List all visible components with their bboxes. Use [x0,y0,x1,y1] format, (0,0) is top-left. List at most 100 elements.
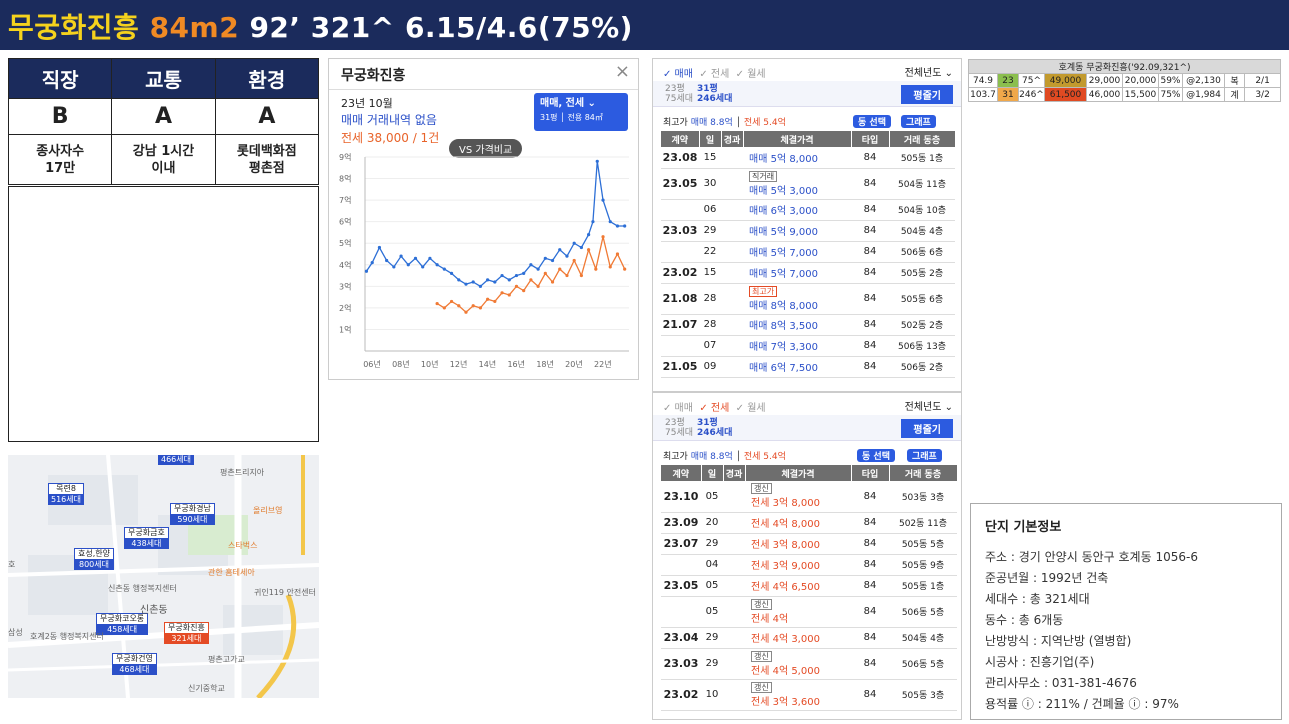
summary-cell: 2/1 [1243,73,1282,88]
year-select[interactable]: 전체년도 ⌄ [905,64,953,79]
cell-month: 21.08 [661,283,699,315]
price-value: 전세 4억 [751,613,789,625]
data-point [579,245,583,250]
price-value: 매매 5억 3,000 [749,185,818,197]
map-pin-selected[interactable]: 무궁화진흥 321세대 [164,622,209,644]
cell-day: 15 [699,262,721,284]
summary-cell: 49,000 [1044,73,1087,88]
tab-jeonse[interactable]: ✓ 전세 [699,403,729,414]
table-row[interactable]: 07 매매 7억 3,300 84 506동 13층 [661,335,955,357]
cell-type: 84 [851,627,889,649]
pyeong-option[interactable]: 23평 75세대 [665,418,693,438]
table-row[interactable]: 22 매매 5억 7,000 84 506동 6층 [661,241,955,263]
summary-cell: 23 [997,73,1019,88]
cell-elapsed [723,554,745,576]
map[interactable]: 466세대 목련8 516세대 무궁화경남 590세대 무궁화금호 438세대 효성,… [8,455,319,698]
map-label: 평촌트리지아 [220,468,265,477]
table-row[interactable]: 05 갱신 전세 4억 84 506동 5층 [661,596,957,628]
cell-price: 매매 5억 7,000 [743,241,851,263]
map-pin[interactable]: 무궁화건영 468세대 [112,653,157,675]
pyeong-size: 23평 [665,418,685,428]
map-pin[interactable]: 무궁화금호 438세대 [124,527,169,549]
pin-name: 무궁화금호 [124,527,169,539]
tab-sale[interactable]: ✓ 매매 [663,69,693,80]
x-tick-label: 20년 [565,359,583,369]
table-row[interactable]: 23.10 05 갱신 전세 3억 8,000 84 503동 3층 [661,481,957,513]
year-select[interactable]: 전체년도 ⌄ [905,398,953,413]
pyeong-option[interactable]: 23평 75세대 [665,84,693,104]
price-value: 매매 5억 7,000 [749,269,818,280]
close-icon[interactable]: × [615,61,630,82]
score-detail-transport: 강남 1시간 이내 [111,134,216,185]
data-point [392,265,396,269]
table-row[interactable]: 23.05 30 직거래 매매 5억 3,000 84 504동 11층 [661,168,955,200]
cell-elapsed [721,314,743,336]
table-row[interactable]: 23.05 05 전세 4억 6,500 84 505동 1층 [661,575,957,597]
cell-month [661,554,701,576]
price-value: 매매 5억 8,000 [749,153,818,165]
tab-jeonse[interactable]: ✓ 전세 [699,69,729,80]
pyeong-size: 31평 [697,84,718,94]
table-row[interactable]: 23.02 15 매매 5억 7,000 84 505동 2층 [661,262,955,284]
cell-month: 21.05 [661,356,699,378]
data-point [442,306,446,310]
floorplan-button[interactable]: 평줄기 [901,85,953,104]
cell-dong: 506동 5층 [889,596,957,628]
floorplan-button[interactable]: 평줄기 [901,419,953,438]
high-price: 최고가 매매 8.8억 │ 전세 5.4억 [663,118,786,128]
cell-type: 84 [851,596,889,628]
cell-month: 23.04 [661,627,701,649]
cell-price: 갱신 전세 4억 5,000 [745,648,851,680]
table-row[interactable]: 21.08 28 최고가 매매 8억 8,000 84 505동 6층 [661,283,955,315]
y-tick-label: 1억 [339,324,351,334]
cell-type: 84 [851,314,889,336]
cell-elapsed [721,356,743,378]
pyeong-option-selected[interactable]: 31평 246세대 [697,418,732,438]
x-tick-label: 06년 [363,359,381,369]
table-row[interactable]: 04 전세 3억 9,000 84 505동 9층 [661,554,957,576]
map-pin[interactable]: 목련8 516세대 [48,483,84,505]
table-row[interactable]: 23.07 29 전세 3억 8,000 84 505동 5층 [661,533,957,555]
type-select[interactable]: 매매, 전세 ⌄ 31평 │ 전용 84㎡ [534,93,628,131]
title-name: 무궁화진흥 [8,11,140,44]
score-detail-env: 롯데백화점 평촌점 [214,134,320,185]
tab-sale[interactable]: ✓ 매매 [663,403,693,414]
table-row[interactable]: 06 매매 6억 3,000 84 504동 10층 [661,199,955,221]
table-row[interactable]: 21.05 09 매매 6억 7,500 84 506동 2층 [661,356,955,378]
y-tick-label: 6억 [339,217,351,227]
x-tick-label: 12년 [450,359,468,369]
pin-name: 목련8 [48,483,84,495]
map-pin[interactable]: 무궁화경남 590세대 [170,503,215,525]
map-label: 신촌동 [140,605,168,616]
table-row[interactable]: 21.07 28 매매 8억 3,500 84 502동 2층 [661,314,955,336]
data-point [449,299,454,304]
data-point [471,280,475,284]
map-label: 호계2동 행정복지센터 [30,632,104,641]
pyeong-option-selected[interactable]: 31평 246세대 [697,84,732,104]
cell-type: 84 [851,147,889,169]
score-detail-job: 종사자수 17만 [7,134,113,185]
table-row[interactable]: 23.02 10 갱신 전세 3억 3,600 84 505동 3층 [661,679,957,711]
tab-monthly[interactable]: ✓ 월세 [736,403,766,414]
data-point [558,248,562,252]
dong-select-button[interactable]: 동 선택 [853,115,891,128]
dong-select-button[interactable]: 동 선택 [857,449,895,462]
data-point [543,271,547,275]
map-pin[interactable]: 효성,한양 800세대 [74,548,114,570]
data-point [536,284,540,288]
cell-month [661,199,699,221]
map-pin[interactable]: 466세대 [158,455,194,465]
graph-button[interactable]: 그래프 [901,115,936,128]
pin-count: 321세대 [164,634,209,644]
tab-monthly[interactable]: ✓ 월세 [736,69,766,80]
table-row[interactable]: 23.03 29 갱신 전세 4억 5,000 84 506동 5층 [661,648,957,680]
table-row[interactable]: 23.04 29 전세 4억 3,000 84 504동 4층 [661,627,957,649]
table-row[interactable]: 23.08 15 매매 5억 8,000 84 505동 1층 [661,147,955,169]
cell-day: 30 [699,168,721,200]
pin-count: 438세대 [124,539,169,549]
graph-button[interactable]: 그래프 [907,449,942,462]
table-row[interactable]: 23.03 29 매매 5억 9,000 84 504동 4층 [661,220,955,242]
table-row[interactable]: 23.09 20 전세 4억 8,000 84 502동 11층 [661,512,957,534]
cell-month: 23.07 [661,533,701,555]
cell-type: 84 [851,512,889,534]
